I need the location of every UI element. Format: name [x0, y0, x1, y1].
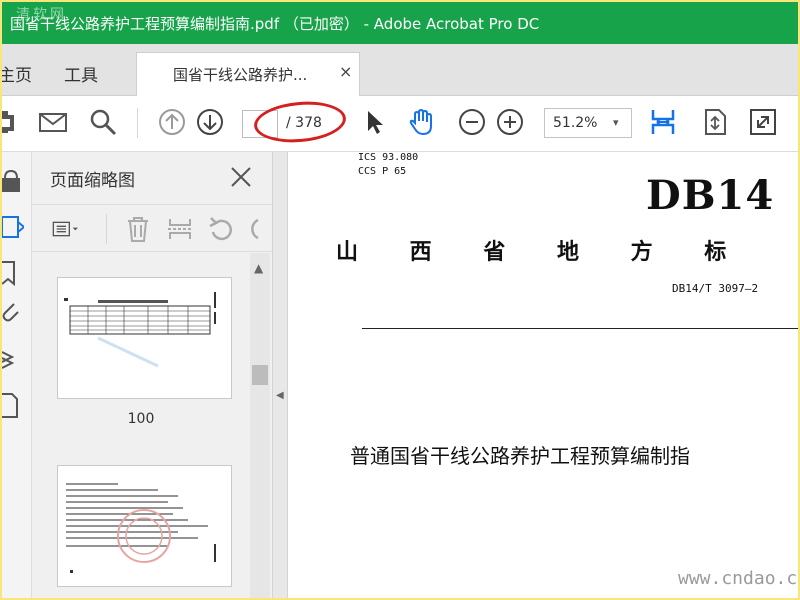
panel-title: 页面缩略图 — [50, 171, 135, 191]
page-thumbnails-panel: 页面缩略图 100 ▲ — [32, 152, 272, 598]
mail-icon[interactable] — [38, 107, 68, 137]
collapse-panel-icon[interactable]: ◀ — [276, 390, 284, 401]
zoom-dropdown[interactable]: 51.2% ▾ — [544, 108, 632, 138]
standard-number: DB14/T 3097—2 — [672, 282, 759, 295]
thumbnail-options-icon[interactable] — [52, 215, 94, 243]
panel-splitter[interactable]: ◀ — [272, 152, 288, 598]
document-icon[interactable] — [2, 390, 24, 420]
tab-bar: 主页 工具 国省干线公路养护... × — [2, 44, 798, 96]
chevron-down-icon: ▾ — [613, 116, 619, 129]
attachment-icon[interactable] — [2, 298, 24, 328]
main-toolbar: / 378 51.2% ▾ — [2, 96, 798, 152]
site-watermark: www.cndao.com — [678, 568, 798, 589]
standard-category-title: 山 西 省 地 方 标 — [336, 240, 727, 265]
layers-icon[interactable] — [2, 344, 24, 374]
thumbnail-preview — [66, 483, 216, 573]
left-tool-rail — [2, 152, 32, 598]
fit-width-icon[interactable] — [648, 107, 678, 137]
page-thumbnail[interactable] — [57, 465, 232, 587]
select-cursor-icon[interactable] — [360, 107, 390, 137]
title-rule — [362, 328, 798, 329]
document-tab[interactable]: 国省干线公路养护... × — [136, 52, 360, 96]
tools-tab[interactable]: 工具 — [64, 61, 98, 86]
extract-page-icon[interactable] — [166, 215, 194, 243]
thumbnail-toolbar — [32, 204, 272, 252]
close-panel-icon[interactable] — [228, 164, 254, 190]
panel-divider — [106, 214, 107, 244]
scroll-up-icon[interactable]: ▲ — [254, 261, 263, 275]
page-thumbnails-icon[interactable] — [2, 212, 24, 242]
scrollbar-thumb[interactable] — [252, 365, 268, 385]
next-page-icon[interactable] — [195, 107, 225, 137]
thumbnail-page-number: 100 — [127, 411, 155, 427]
zoom-value: 51.2% — [553, 115, 598, 131]
document-tab-label: 国省干线公路养护... — [173, 66, 308, 84]
zoom-in-icon[interactable] — [495, 107, 525, 137]
hand-tool-icon[interactable] — [406, 107, 436, 137]
document-view[interactable]: ICS 93.080 CCS P 65 DB14 山 西 省 地 方 标 DB1… — [288, 152, 798, 598]
create-pdf-icon[interactable] — [2, 107, 20, 137]
ccs-code: CCS P 65 — [358, 166, 407, 177]
thumbnail-list: 100 — [32, 253, 250, 598]
standard-logo: DB14 — [646, 172, 775, 219]
close-tab-icon[interactable]: × — [339, 62, 352, 81]
pdf-page: ICS 93.080 CCS P 65 DB14 山 西 省 地 方 标 DB1… — [336, 152, 798, 598]
thumbnail-scrollbar[interactable]: ▲ — [250, 253, 270, 598]
search-icon[interactable] — [88, 107, 118, 137]
document-title: 普通国省干线公路养护工程预算编制指 — [350, 444, 690, 468]
home-tab[interactable]: 主页 — [2, 61, 32, 86]
scrolling-mode-icon[interactable] — [700, 107, 730, 137]
lock-icon[interactable] — [2, 166, 24, 196]
delete-page-icon[interactable] — [124, 215, 152, 243]
page-thumbnail[interactable] — [57, 277, 232, 399]
full-screen-icon[interactable] — [748, 107, 778, 137]
thumbnail-preview — [64, 292, 216, 368]
ics-code: ICS 93.080 — [358, 152, 419, 163]
bookmark-icon[interactable] — [2, 258, 24, 288]
rotate-clockwise-icon[interactable] — [246, 215, 274, 243]
zoom-out-icon[interactable] — [457, 107, 487, 137]
window-title: 国省干线公路养护工程预算编制指南.pdf （已加密） - Adobe Acrob… — [10, 15, 540, 33]
title-bar: 清软网 国省干线公路养护工程预算编制指南.pdf （已加密） - Adobe A… — [2, 2, 798, 44]
previous-page-icon[interactable] — [157, 107, 187, 137]
highlight-ellipse — [252, 98, 348, 146]
acrobat-window: 清软网 国省干线公路养护工程预算编制指南.pdf （已加密） - Adobe A… — [2, 2, 798, 598]
toolbar-divider — [137, 108, 138, 138]
rotate-counterclockwise-icon[interactable] — [208, 215, 236, 243]
